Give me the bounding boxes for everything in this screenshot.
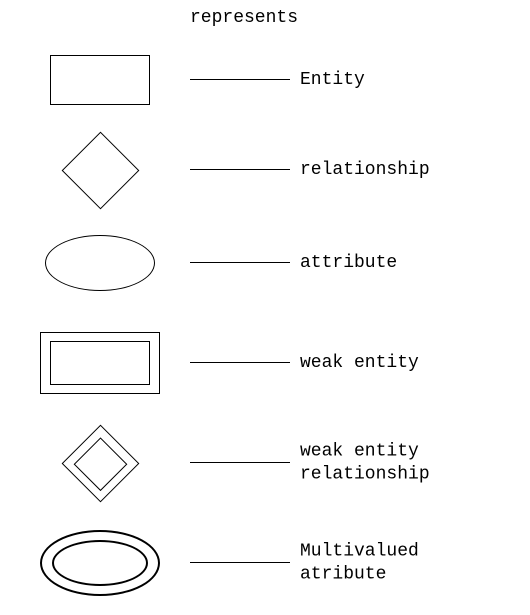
legend-label: attribute [300, 252, 520, 275]
connector-line [190, 169, 290, 170]
diamond-icon [61, 131, 139, 209]
symbol-diamond [30, 125, 170, 215]
double-diamond-icon [61, 424, 139, 502]
legend-row: attribute [0, 218, 530, 308]
connector-line [190, 362, 290, 363]
double-ellipse-inner-icon [52, 540, 148, 586]
connector-line [190, 262, 290, 263]
rectangle-icon [50, 55, 150, 105]
symbol-rectangle [30, 35, 170, 125]
legend-label: weak entity [300, 352, 520, 375]
double-ellipse-icon [40, 530, 160, 596]
double-rectangle-inner-icon [50, 341, 150, 385]
symbol-ellipse [30, 218, 170, 308]
legend-row: Multivaluedatribute [0, 518, 530, 608]
ellipse-icon [45, 235, 155, 291]
connector-line [190, 562, 290, 563]
legend-row: relationship [0, 125, 530, 215]
legend-row: weak entity [0, 318, 530, 408]
header-represents: represents [190, 8, 298, 28]
connector-line [190, 79, 290, 80]
double-rectangle-icon [40, 332, 160, 394]
legend-label: Multivaluedatribute [300, 541, 520, 586]
connector-line [190, 462, 290, 463]
legend-label: relationship [300, 159, 520, 182]
symbol-double-rectangle [30, 318, 170, 408]
legend-label: weak entityrelationship [300, 441, 520, 486]
symbol-double-diamond [30, 418, 170, 508]
legend-row: weak entityrelationship [0, 418, 530, 508]
double-diamond-inner-icon [73, 436, 127, 490]
legend-label: Entity [300, 69, 520, 92]
legend-row: Entity [0, 35, 530, 125]
symbol-double-ellipse [30, 518, 170, 608]
